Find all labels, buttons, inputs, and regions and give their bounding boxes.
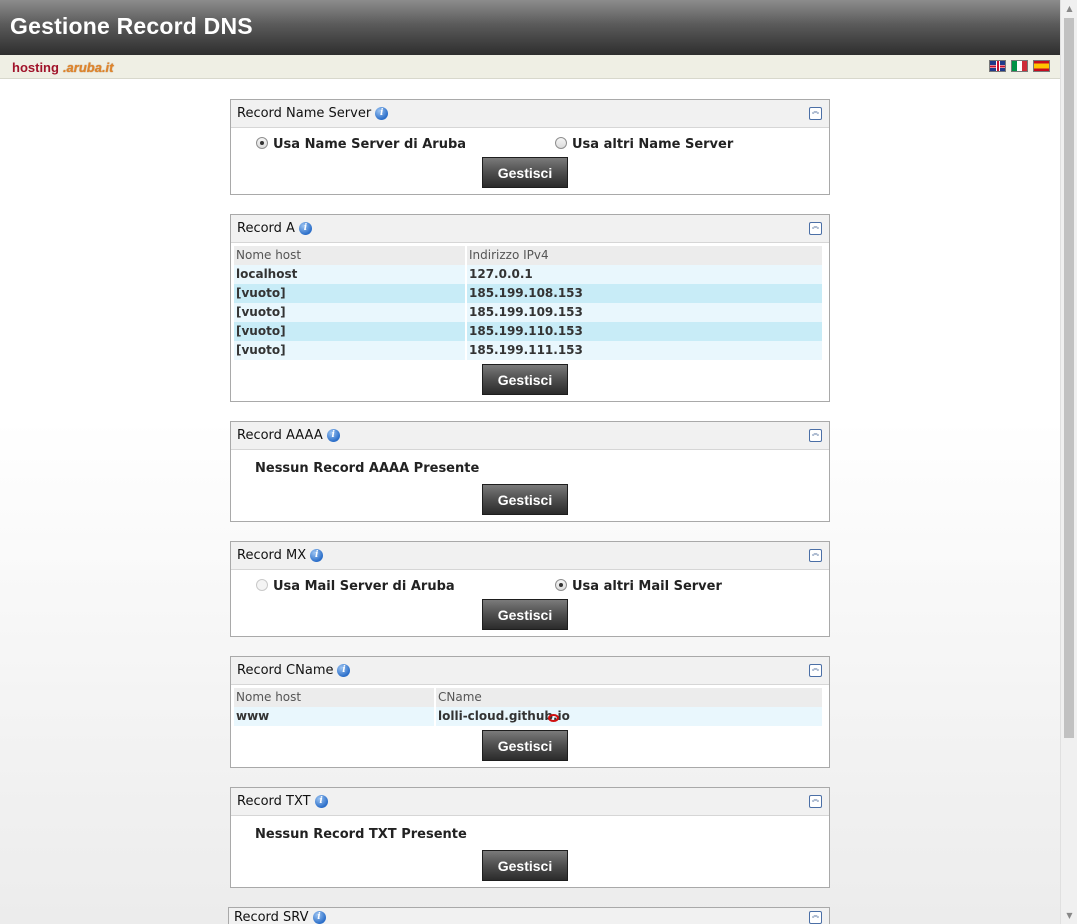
panel-record-cname: Record CName i ︽ Nome host CName www lol… [230, 656, 830, 768]
info-icon[interactable]: i [326, 429, 340, 442]
empty-message: Nessun Record TXT Presente [255, 827, 467, 842]
collapse-icon[interactable]: ︽ [809, 911, 822, 924]
info-icon[interactable]: i [312, 911, 326, 924]
panel-header: Record CName i ︽ [231, 657, 829, 685]
radio-label: Usa Name Server di Aruba [273, 137, 467, 152]
table-cell: 185.199.111.153 [467, 341, 822, 360]
panel-header: Record SRV i ︽ [229, 908, 829, 924]
gestisci-a-button[interactable]: Gestisci [482, 364, 568, 395]
panel-title-a: Record A [237, 221, 295, 236]
gestisci-ns-button[interactable]: Gestisci [482, 157, 568, 188]
gestisci-mx-button[interactable]: Gestisci [482, 599, 568, 630]
cursor-indicator [548, 714, 559, 722]
info-icon[interactable]: i [375, 107, 389, 120]
info-icon[interactable]: i [310, 549, 324, 562]
radio-option-other-ns[interactable]: Usa altri Name Server [555, 136, 734, 152]
column-header: Indirizzo IPv4 [467, 246, 822, 265]
record-cname-table: Nome host CName www lolli-cloud.github.i… [234, 688, 824, 726]
table-row: localhost 127.0.0.1 [234, 265, 824, 284]
collapse-icon[interactable]: ︽ [809, 795, 822, 808]
collapse-icon[interactable]: ︽ [809, 664, 822, 677]
gestisci-cname-button[interactable]: Gestisci [482, 730, 568, 761]
gestisci-txt-button[interactable]: Gestisci [482, 850, 568, 881]
panel-header: Record TXT i ︽ [231, 788, 829, 816]
empty-message: Nessun Record AAAA Presente [255, 461, 480, 476]
panel-header: Record A i ︽ [231, 215, 829, 243]
table-row: [vuoto] 185.199.111.153 [234, 341, 824, 360]
flag-it-icon[interactable] [1011, 60, 1028, 72]
table-cell: [vuoto] [234, 303, 465, 322]
flag-es-icon[interactable] [1033, 60, 1050, 72]
radio-label: Usa altri Name Server [572, 137, 734, 152]
table-cell: [vuoto] [234, 284, 465, 303]
radio-button[interactable] [555, 136, 567, 149]
flag-uk-icon[interactable] [989, 60, 1006, 72]
panel-record-srv: Record SRV i ︽ [228, 907, 830, 924]
panel-title-mx: Record MX [237, 548, 307, 563]
table-row: [vuoto] 185.199.110.153 [234, 322, 824, 341]
table-cell: www [234, 707, 434, 726]
panel-title-cname: Record CName [237, 663, 334, 678]
panel-record-txt: Record TXT i ︽ Nessun Record TXT Present… [230, 787, 830, 888]
radio-button[interactable] [555, 578, 567, 591]
collapse-icon[interactable]: ︽ [809, 222, 822, 235]
panel-header: Record Name Server i ︽ [231, 100, 829, 128]
record-a-table: Nome host Indirizzo IPv4 localhost 127.0… [234, 246, 824, 360]
vertical-scrollbar[interactable]: ▲ ▼ [1060, 0, 1077, 924]
table-cell: 185.199.109.153 [467, 303, 822, 322]
collapse-icon[interactable]: ︽ [809, 429, 822, 442]
app-header: Gestione Record DNS [0, 0, 1060, 55]
info-icon[interactable]: i [298, 222, 312, 235]
table-cell: 127.0.0.1 [467, 265, 822, 284]
info-icon[interactable]: i [337, 664, 351, 677]
panel-title-ns: Record Name Server [237, 106, 372, 121]
panel-title-txt: Record TXT [237, 794, 311, 809]
table-row: [vuoto] 185.199.108.153 [234, 284, 824, 303]
collapse-icon[interactable]: ︽ [809, 549, 822, 562]
panel-header: Record MX i ︽ [231, 542, 829, 570]
table-cell: localhost [234, 265, 465, 284]
radio-button[interactable] [256, 578, 268, 591]
gestisci-aaaa-button[interactable]: Gestisci [482, 484, 568, 515]
table-header-row: Nome host CName [234, 688, 824, 707]
panel-record-mx: Record MX i ︽ Usa Mail Server di Aruba U… [230, 541, 830, 637]
radio-option-aruba-mx[interactable]: Usa Mail Server di Aruba [256, 578, 455, 594]
radio-option-aruba-ns[interactable]: Usa Name Server di Aruba [256, 136, 467, 152]
column-header: CName [436, 688, 822, 707]
table-cell: [vuoto] [234, 322, 465, 341]
logo-hosting-text: hosting [12, 60, 59, 75]
panel-title-srv: Record SRV [234, 910, 309, 924]
scroll-up-arrow-icon[interactable]: ▲ [1061, 0, 1077, 17]
panel-record-aaaa: Record AAAA i ︽ Nessun Record AAAA Prese… [230, 421, 830, 522]
table-row: [vuoto] 185.199.109.153 [234, 303, 824, 322]
panel-record-a: Record A i ︽ Nome host Indirizzo IPv4 lo… [230, 214, 830, 402]
logo-aruba-text: .aruba.it [62, 60, 114, 75]
aruba-logo[interactable]: hosting .aruba.it [12, 60, 114, 75]
radio-button[interactable] [256, 136, 268, 149]
panel-header: Record AAAA i ︽ [231, 422, 829, 450]
panel-record-ns: Record Name Server i ︽ Usa Name Server d… [230, 99, 830, 195]
table-cell: [vuoto] [234, 341, 465, 360]
radio-label: Usa altri Mail Server [572, 579, 722, 594]
brand-bar: hosting .aruba.it [0, 55, 1060, 79]
radio-option-other-mx[interactable]: Usa altri Mail Server [555, 578, 722, 594]
table-cell: lolli-cloud.github.io [436, 707, 822, 726]
table-row: www lolli-cloud.github.io [234, 707, 824, 726]
table-cell: 185.199.108.153 [467, 284, 822, 303]
info-icon[interactable]: i [314, 795, 328, 808]
language-selector [989, 60, 1050, 72]
table-header-row: Nome host Indirizzo IPv4 [234, 246, 824, 265]
panel-title-aaaa: Record AAAA [237, 428, 323, 443]
radio-label: Usa Mail Server di Aruba [273, 579, 455, 594]
page-title: Gestione Record DNS [10, 13, 253, 39]
column-header: Nome host [234, 246, 465, 265]
column-header: Nome host [234, 688, 434, 707]
scroll-down-arrow-icon[interactable]: ▼ [1061, 907, 1077, 924]
table-cell: 185.199.110.153 [467, 322, 822, 341]
scroll-thumb[interactable] [1064, 18, 1074, 738]
collapse-icon[interactable]: ︽ [809, 107, 822, 120]
